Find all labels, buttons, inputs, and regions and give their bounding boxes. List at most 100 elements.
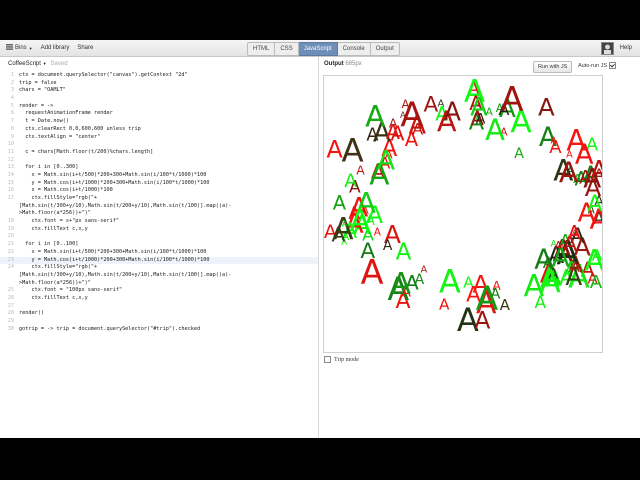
code-line[interactable]: 9 ctx.textAlign = "center" (0, 134, 318, 142)
code-line[interactable]: 2 trip = false (0, 80, 318, 88)
trip-mode-toggle[interactable]: Trip mode (324, 356, 359, 363)
code-line[interactable]: 21 for i in [0..100] (0, 241, 318, 249)
tab-html[interactable]: HTML (247, 42, 276, 56)
canvas-glyph: A (500, 80, 523, 119)
help-label: Help (619, 45, 632, 51)
line-number: 12 (7, 156, 14, 163)
save-status: Saved (50, 61, 68, 67)
code-line[interactable]: 7 t = Date.now() (0, 118, 318, 126)
code-line[interactable]: 6 requestAnimationFrame render (0, 110, 318, 118)
canvas-glyph: A (551, 136, 558, 147)
language-selector[interactable]: CoffeeScript ▼ (8, 61, 47, 67)
bins-button[interactable]: Bins ▼ (6, 44, 33, 52)
chevron-down-icon: ▼ (28, 45, 33, 51)
tab-output-label: Output (375, 46, 394, 52)
code-line[interactable]: 26 ctx.fillText c,x,y (0, 295, 318, 303)
code-line[interactable]: 28 render() (0, 310, 318, 318)
code-line[interactable]: 14 x = Math.sin(i+t/500)*200+300+Math.si… (0, 172, 318, 180)
line-text: [Math.sin(t/300+y/10),Math.sin(t/200+y/1… (19, 202, 232, 209)
line-number: 10 (7, 141, 14, 148)
chevron-down-icon: ▼ (42, 61, 47, 66)
line-number: 9 (10, 133, 14, 140)
line-number: 3 (10, 87, 14, 94)
code-line[interactable]: 15 y = Math.cos(i+t/1000)*200+300+Math.s… (0, 180, 318, 188)
code-line[interactable]: 29 (0, 318, 318, 326)
canvas-glyph: A (377, 147, 395, 177)
code-line[interactable]: 19 ctx.fillText c,x,y (0, 226, 318, 234)
trip-mode-label: Trip mode (334, 356, 359, 363)
bins-icon (6, 44, 13, 52)
code-line[interactable]: 3 chars = "OAMLT" (0, 87, 318, 95)
canvas-glyph: A (424, 92, 439, 117)
code-line[interactable]: 18 ctx.font = s+"px sans-serif" (0, 218, 318, 226)
code-line[interactable]: 8 ctx.clearRect 0,0,600,600 unless trip (0, 126, 318, 134)
code-line[interactable]: [Math.sin(t/300+y/10),Math.sin(t/200+y/1… (0, 272, 318, 280)
bins-label: Bins (15, 45, 27, 51)
canvas-glyph: A (500, 296, 511, 314)
line-text: requestAnimationFrame render (19, 110, 113, 117)
canvas-glyph: A (374, 227, 382, 239)
code-line[interactable]: 10 (0, 141, 318, 149)
line-number: 16 (7, 187, 14, 194)
toolbar-right: Help (600, 40, 632, 56)
avatar[interactable] (600, 41, 614, 55)
line-number: 23 (7, 256, 14, 263)
code-line[interactable]: 27 (0, 303, 318, 311)
line-text: x = Math.sin(i+t/500)*200+300+Math.sin(i… (19, 248, 207, 255)
toolbar-left: Bins ▼ Add library Share (6, 40, 93, 56)
code-area[interactable]: 1 ctx = document.querySelector("canvas").… (0, 72, 318, 333)
toolbar: Bins ▼ Add library Share HTML CSS JavaSc… (0, 40, 640, 57)
code-line[interactable]: 11 c = chars[Math.floor(t/200)%chars.len… (0, 149, 318, 157)
auto-run-label: Auto-run JS (578, 62, 608, 69)
auto-run-toggle[interactable]: Auto-run JS (578, 62, 617, 69)
line-number: 6 (10, 110, 14, 117)
tab-javascript[interactable]: JavaScript (298, 42, 338, 56)
line-text: for i in [0..300] (19, 164, 79, 171)
line-number: 15 (7, 179, 14, 186)
code-line[interactable]: 12 (0, 157, 318, 165)
help-button[interactable]: Help (620, 45, 632, 51)
code-line[interactable]: 17 ctx.fillStyle="rgb("+ (0, 195, 318, 203)
line-number: 25 (7, 287, 14, 294)
code-line[interactable]: >Math.floor(a*256))+")" (0, 210, 318, 218)
line-text: >Math.floor(a*256))+")" (19, 279, 91, 286)
code-line[interactable]: 13 for i in [0..300] (0, 164, 318, 172)
code-line[interactable]: 1 ctx = document.querySelector("canvas").… (0, 72, 318, 80)
canvas-glyph: A (396, 239, 412, 265)
code-line[interactable]: 20 (0, 233, 318, 241)
code-line[interactable]: 5 render = -> (0, 103, 318, 111)
code-line[interactable]: 23 y = Math.cos(i+t/1000)*200+300+Math.s… (0, 256, 318, 265)
code-line[interactable]: 25 ctx.font = "100px sans-serif" (0, 287, 318, 295)
code-line[interactable]: 24 ctx.fillStyle="rgb("+ (0, 264, 318, 272)
add-library-button[interactable]: Add library (41, 45, 70, 51)
line-text: ctx.clearRect 0,0,600,600 unless trip (19, 125, 141, 132)
code-editor-panel: CoffeeScript ▼ Saved 1 ctx = document.que… (0, 57, 319, 438)
canvas-glyph: A (361, 253, 384, 292)
line-number: 1 (10, 72, 14, 78)
canvas-glyph: A (356, 163, 365, 178)
output-title-label: Output (324, 61, 344, 67)
code-line[interactable]: 16 s = Math.cos(i+t/1000)*100 (0, 187, 318, 195)
tab-output[interactable]: Output (370, 42, 400, 56)
tab-console[interactable]: Console (337, 42, 371, 56)
run-with-js-button[interactable]: Run with JS (533, 61, 573, 73)
canvas-glyph: A (386, 120, 400, 144)
canvas-glyph: A (439, 295, 450, 313)
share-button[interactable]: Share (77, 45, 93, 51)
line-number: 30 (7, 325, 14, 332)
tab-javascript-label: JavaScript (303, 46, 332, 52)
tab-css[interactable]: CSS (275, 42, 299, 56)
line-text: c = chars[Math.floor(t/200)%chars.length… (19, 148, 154, 155)
trip-mode-checkbox[interactable] (324, 356, 331, 363)
output-canvas[interactable]: AAAAAAAAAAAAAAAAAAAAAAAAAAAAAAAAAAAAAAAA… (323, 75, 603, 353)
canvas-glyph: A (342, 218, 348, 228)
canvas-glyph: A (383, 238, 393, 254)
code-line[interactable]: 22 x = Math.sin(i+t/500)*200+300+Math.si… (0, 249, 318, 257)
code-line[interactable]: 4 (0, 95, 318, 103)
code-line[interactable]: [Math.sin(t/300+y/10),Math.sin(t/200+y/1… (0, 203, 318, 211)
auto-run-checkbox[interactable] (609, 62, 617, 69)
line-text: render = -> (19, 102, 54, 109)
line-text: trip = false (19, 79, 57, 86)
code-line[interactable]: >Math.floor(a*256))+")" (0, 280, 318, 288)
code-line[interactable]: 30 gotrip = -> trip = document.querySelec… (0, 326, 318, 334)
